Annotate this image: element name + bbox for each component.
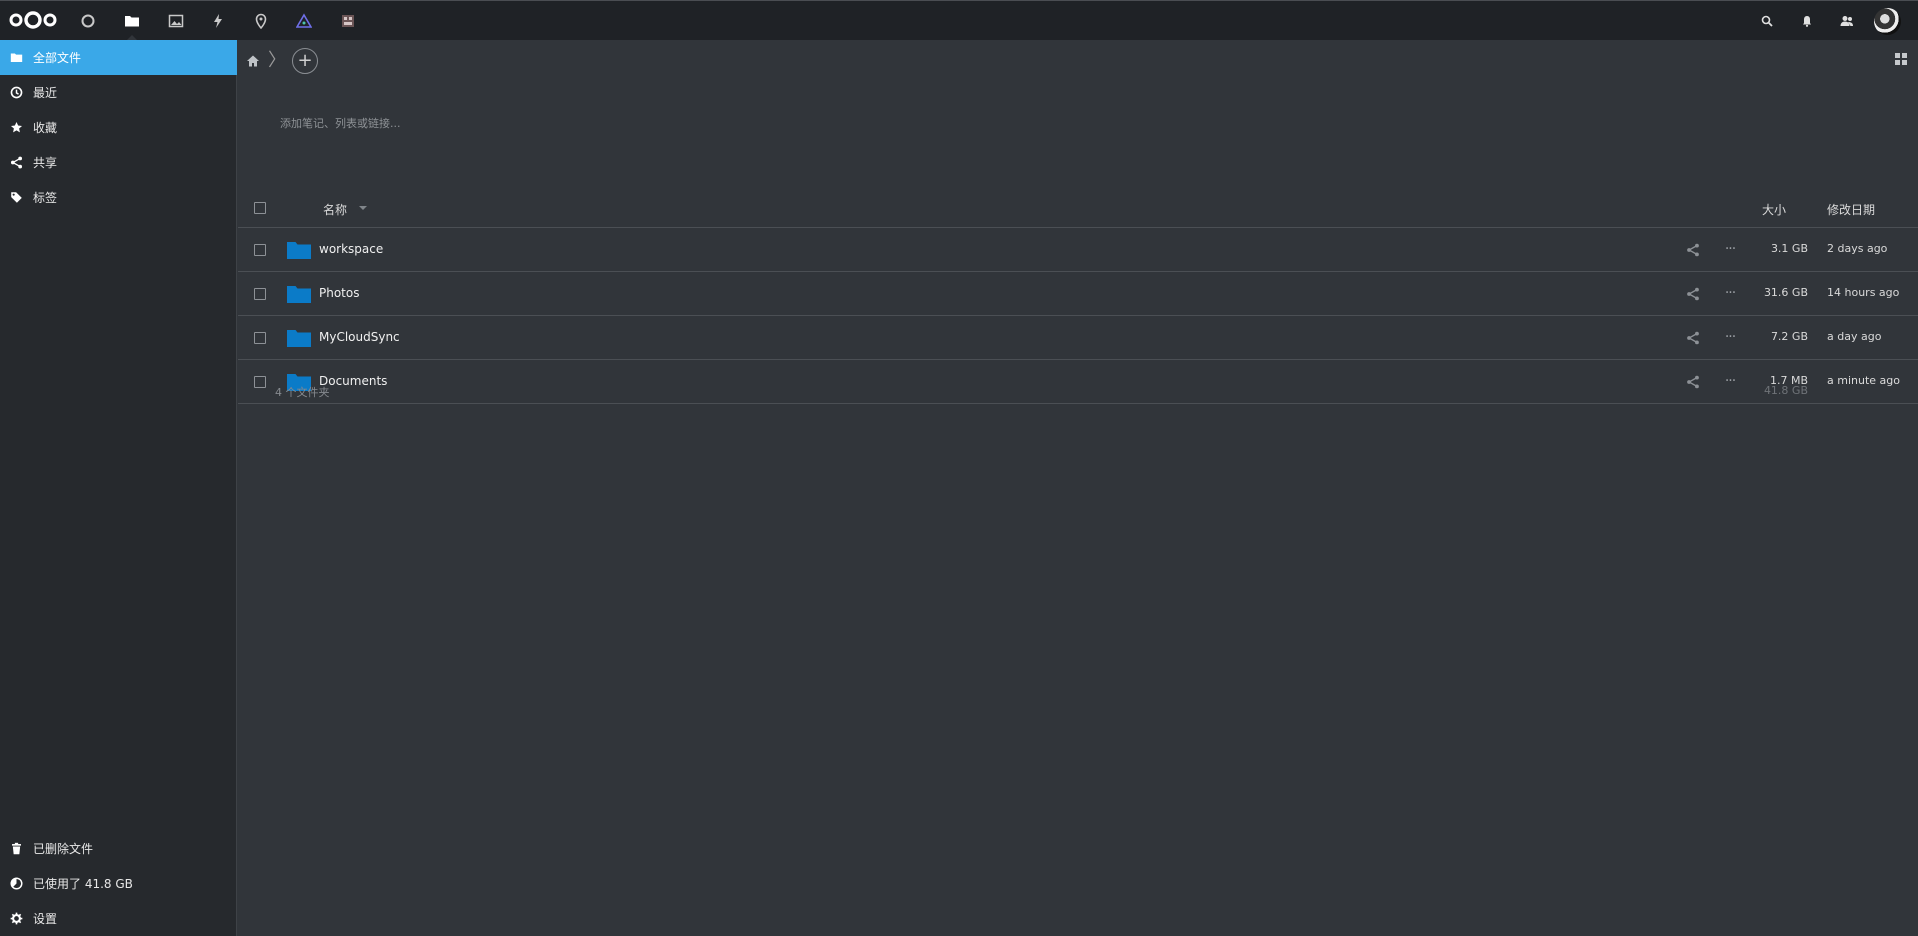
share-icon[interactable] (1686, 243, 1700, 257)
sidebar-item-deleted-files[interactable]: 已删除文件 (0, 831, 237, 866)
tag-icon (8, 190, 24, 206)
table-row[interactable]: workspace ··· 3.1 GB 2 days ago (238, 228, 1918, 272)
sidebar-item-label: 共享 (33, 156, 58, 170)
sidebar-item-recent[interactable]: 最近 (0, 75, 237, 110)
file-name[interactable]: Photos (319, 286, 359, 300)
bell-icon[interactable] (1798, 12, 1816, 30)
folder-icon (287, 242, 311, 259)
row-checkbox[interactable] (254, 288, 266, 300)
share-icon[interactable] (1686, 375, 1700, 389)
summary-total-size: 41.8 GB (1763, 384, 1808, 397)
new-file-button[interactable]: + (292, 48, 318, 74)
sidebar-item-label: 标签 (33, 191, 58, 205)
sidebar-item-label: 收藏 (33, 121, 58, 135)
star-icon (8, 120, 24, 136)
sidebar-item-label: 设置 (33, 912, 58, 926)
nextcloud-logo[interactable] (8, 9, 58, 31)
share-icon[interactable] (1686, 287, 1700, 301)
sort-caret-icon (359, 206, 367, 210)
sidebar: 全部文件 最近 收藏 共享 标签 已删除文件 已使用了 41.8 GB 设置 (0, 40, 237, 936)
pie-icon (8, 876, 24, 892)
photos-app-icon[interactable] (163, 8, 189, 34)
sidebar-item-favorites[interactable]: 收藏 (0, 110, 237, 145)
dashboard-app-icon[interactable] (75, 8, 101, 34)
file-size: 31.6 GB (1763, 286, 1808, 299)
home-icon[interactable] (246, 54, 260, 68)
select-all-checkbox[interactable] (254, 202, 266, 214)
main-content: 〉 + 名称 大小 修改日期 workspace ··· 3.1 GB 2 da… (238, 40, 1918, 936)
sidebar-item-label: 最近 (33, 86, 58, 100)
avatar[interactable] (1874, 8, 1901, 35)
search-icon[interactable] (1758, 12, 1776, 30)
share-icon[interactable] (1686, 331, 1700, 345)
maps-app-icon[interactable] (248, 8, 274, 34)
folder-icon (287, 286, 311, 303)
sidebar-item-label: 全部文件 (33, 51, 82, 65)
grid-view-icon[interactable] (1894, 52, 1908, 66)
file-modified: a day ago (1827, 330, 1882, 343)
files-app-icon[interactable] (119, 8, 145, 34)
table-row[interactable]: Photos ··· 31.6 GB 14 hours ago (238, 272, 1918, 316)
more-actions-icon[interactable]: ··· (1722, 285, 1738, 301)
sidebar-item-all-files[interactable]: 全部文件 (0, 40, 237, 75)
breadcrumb: 〉 + (246, 46, 318, 76)
file-modified: 2 days ago (1827, 242, 1888, 255)
clock-icon (8, 85, 24, 101)
name-column-header[interactable]: 名称 (323, 201, 347, 218)
more-actions-icon[interactable]: ··· (1722, 241, 1738, 257)
row-checkbox[interactable] (254, 376, 266, 388)
table-row[interactable]: MyCloudSync ··· 7.2 GB a day ago (238, 316, 1918, 360)
activity-app-icon[interactable] (205, 8, 231, 34)
file-modified: 14 hours ago (1827, 286, 1900, 299)
file-list-header: 名称 大小 修改日期 (238, 188, 1918, 228)
share-icon (8, 155, 24, 171)
file-size: 7.2 GB (1770, 330, 1808, 343)
more-actions-icon[interactable]: ··· (1722, 373, 1738, 389)
gear-icon (8, 911, 24, 927)
sidebar-item-settings[interactable]: 设置 (0, 901, 237, 936)
file-name[interactable]: MyCloudSync (319, 330, 400, 344)
trash-icon (8, 841, 24, 857)
rich-workspace-input[interactable] (278, 112, 882, 134)
modified-column-header[interactable]: 修改日期 (1827, 201, 1875, 218)
sidebar-item-tags[interactable]: 标签 (0, 180, 237, 215)
row-checkbox[interactable] (254, 332, 266, 344)
quota-label: 已使用了 41.8 GB (33, 877, 133, 891)
sidebar-item-quota: 已使用了 41.8 GB (0, 866, 237, 901)
more-actions-icon[interactable]: ··· (1722, 329, 1738, 345)
office-app-icon[interactable] (335, 8, 361, 34)
chevron-right-icon: 〉 (268, 50, 286, 71)
size-column-header[interactable]: 大小 (1762, 201, 1786, 218)
folder-icon (8, 50, 24, 66)
table-row[interactable]: Documents ··· 1.7 MB a minute ago (238, 360, 1918, 404)
folder-icon (287, 330, 311, 347)
triangle-app-icon[interactable] (291, 8, 317, 34)
summary-folder-count: 4 个文件夹 (275, 386, 330, 399)
sidebar-item-shares[interactable]: 共享 (0, 145, 237, 180)
row-checkbox[interactable] (254, 244, 266, 256)
file-size: 3.1 GB (1770, 242, 1808, 255)
contacts-icon[interactable] (1838, 12, 1856, 30)
sidebar-item-label: 已删除文件 (33, 842, 94, 856)
file-modified: a minute ago (1827, 374, 1900, 387)
file-name[interactable]: workspace (319, 242, 383, 256)
top-bar (0, 0, 1918, 41)
